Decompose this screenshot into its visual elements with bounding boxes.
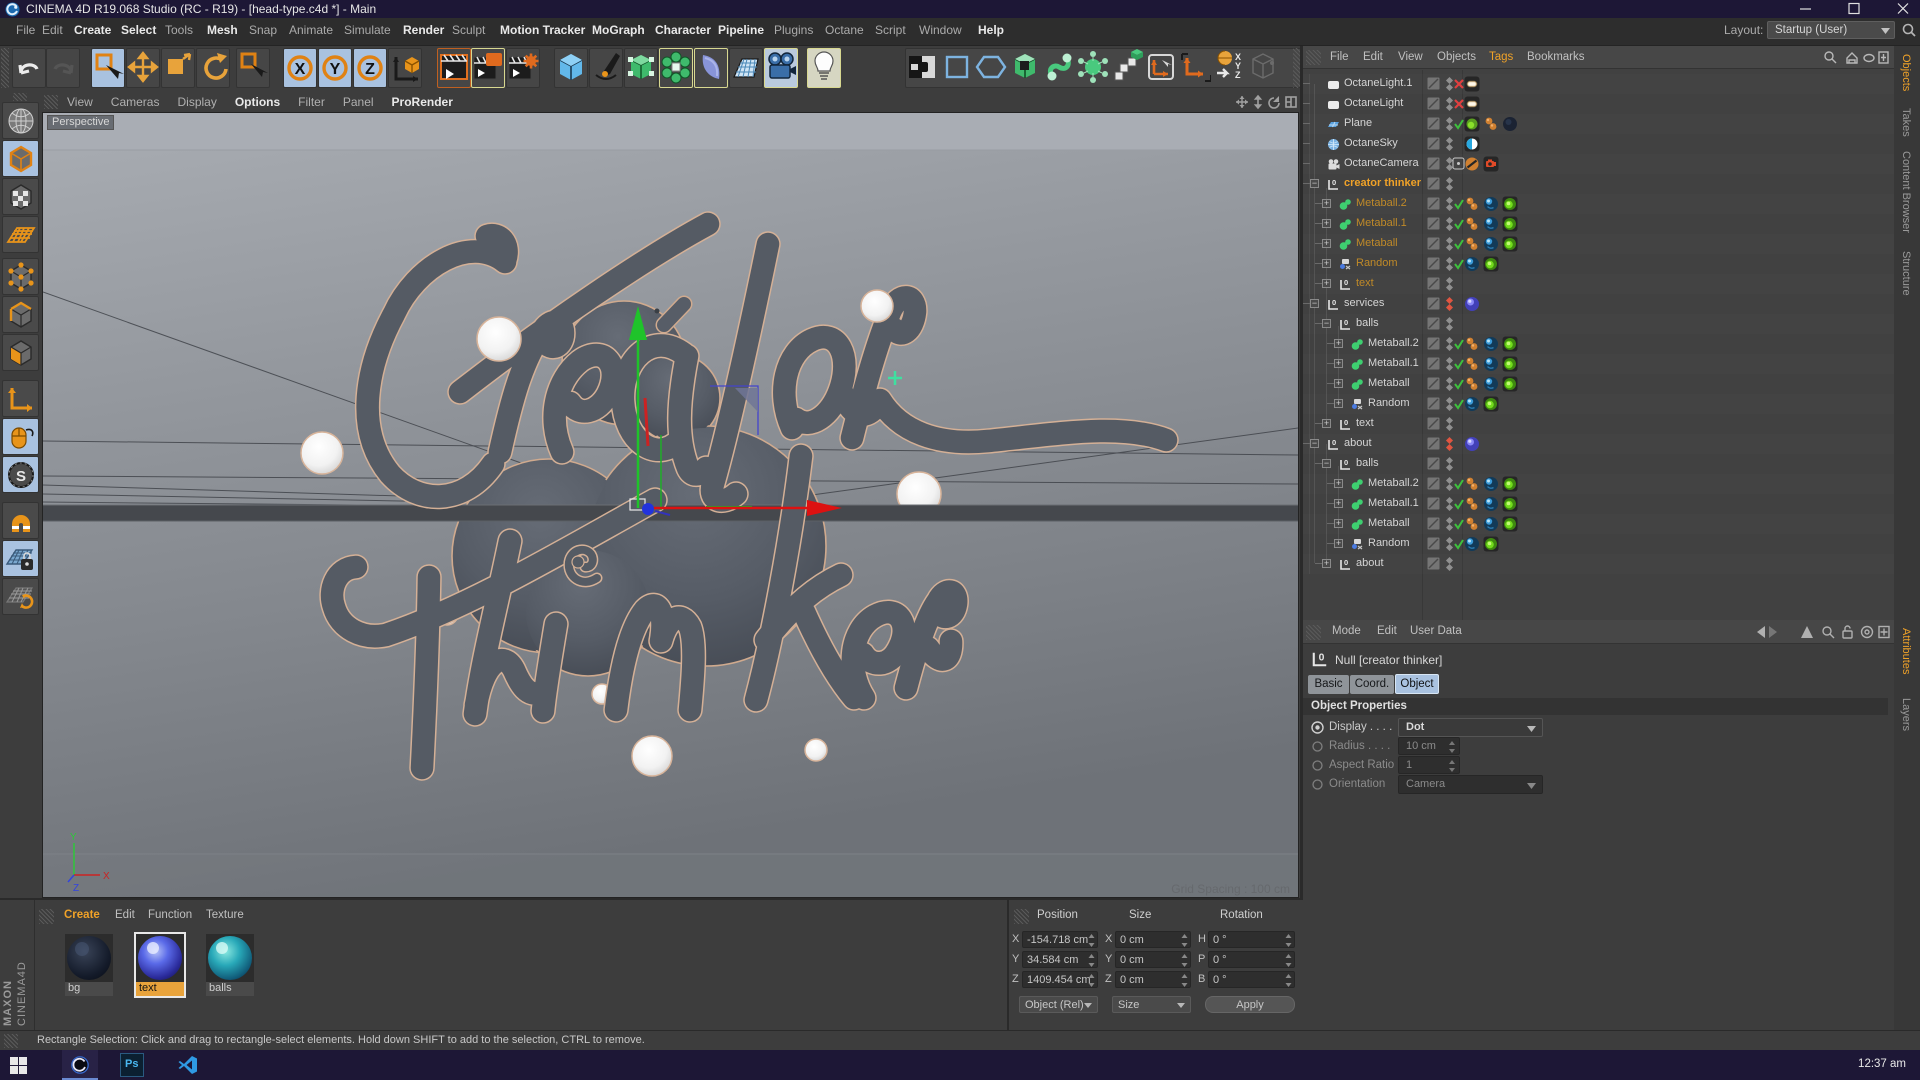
svg-text:0: 0 [1344, 418, 1348, 427]
svg-text:0: 0 [1344, 278, 1348, 287]
svg-text:S: S [16, 468, 26, 485]
svg-text:X: X [103, 871, 110, 882]
svg-text:Z: Z [73, 883, 79, 894]
svg-text:Y: Y [70, 832, 77, 843]
svg-text:0: 0 [1344, 558, 1348, 567]
svg-text:0: 0 [1344, 458, 1348, 467]
svg-text:0: 0 [1332, 438, 1336, 447]
svg-text:0: 0 [1332, 298, 1336, 307]
svg-text:Grid Spacing : 100 cm: Grid Spacing : 100 cm [1171, 882, 1290, 896]
svg-text:Z: Z [1235, 70, 1241, 80]
svg-text:0: 0 [1344, 318, 1348, 327]
svg-text:X: X [295, 61, 306, 78]
svg-text:Z: Z [365, 61, 375, 78]
svg-text:0: 0 [1332, 178, 1336, 187]
svg-text:0: 0 [1319, 652, 1325, 663]
svg-text:Y: Y [330, 61, 341, 78]
